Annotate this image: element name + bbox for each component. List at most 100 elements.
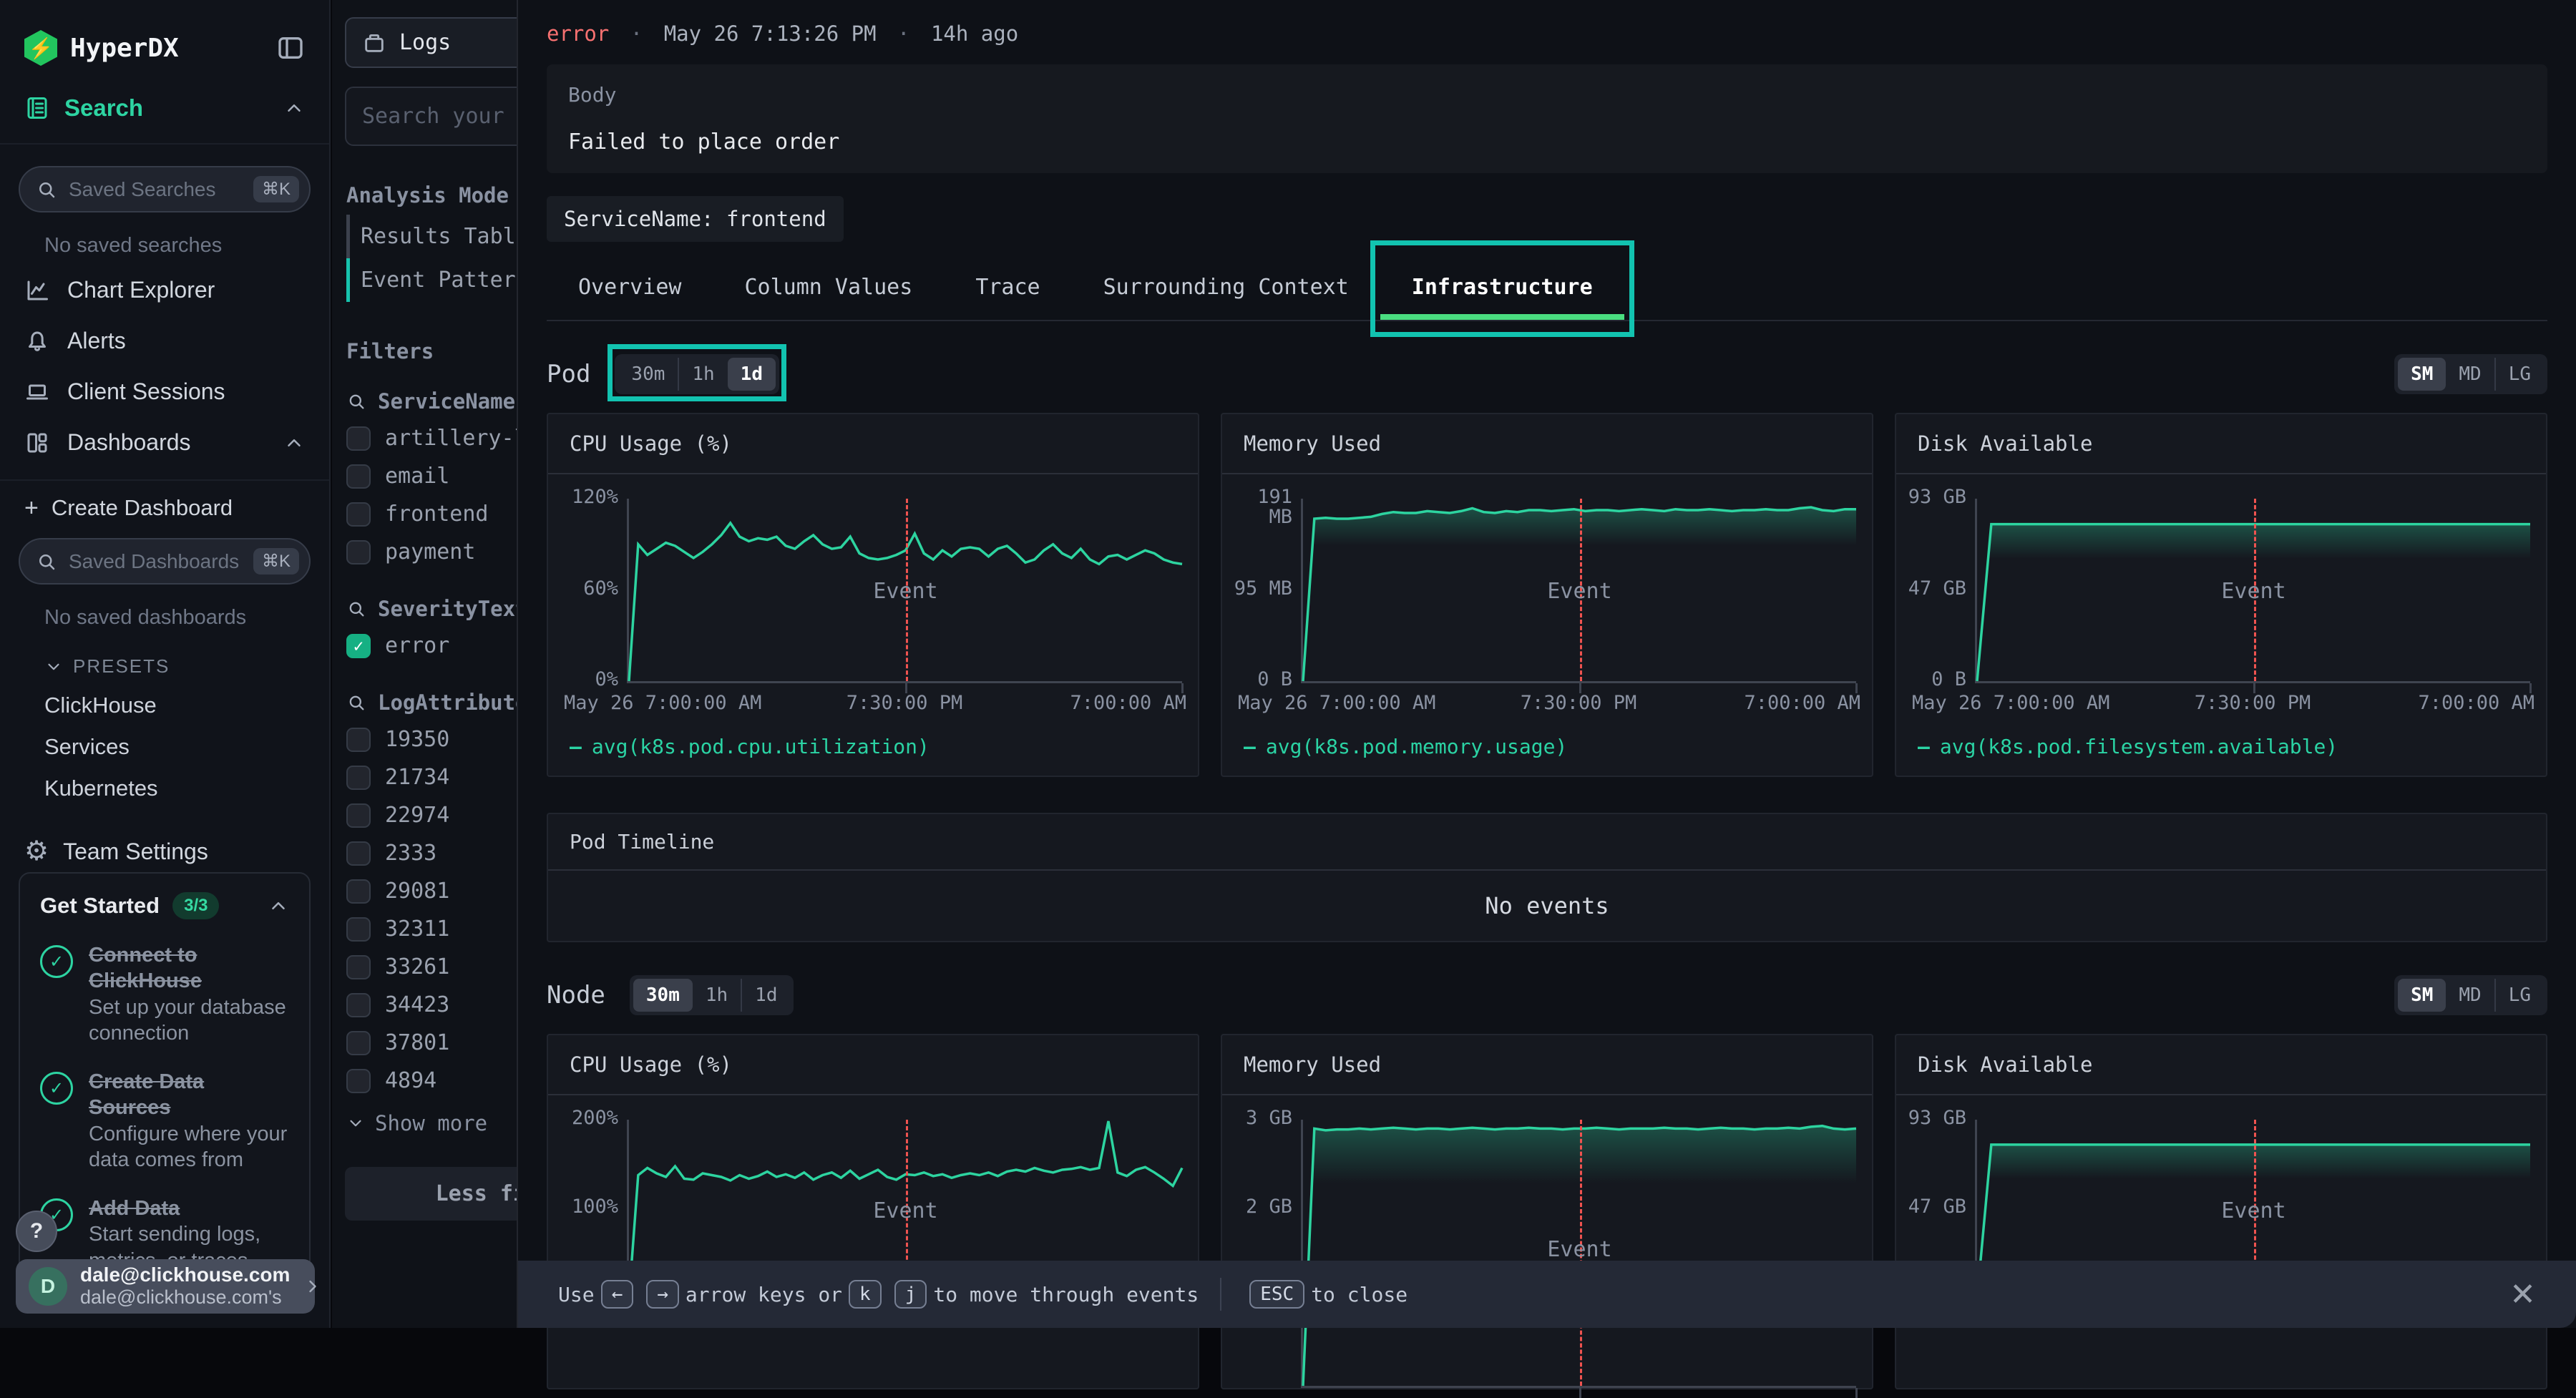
filter-group-label: SeverityText: [378, 597, 528, 621]
pod-range-1h[interactable]: 1h: [678, 358, 727, 391]
chart-plot[interactable]: Event: [1301, 1120, 1856, 1388]
checkbox-icon[interactable]: [346, 955, 371, 979]
tab-column-values[interactable]: Column Values: [713, 260, 945, 320]
node-range-30m[interactable]: 30m: [633, 979, 693, 1012]
node-size-md[interactable]: MD: [2446, 979, 2494, 1012]
help-button[interactable]: ?: [16, 1211, 57, 1252]
checkbox-icon[interactable]: [346, 540, 371, 564]
sidebar-item-dashboards[interactable]: Dashboards: [19, 417, 311, 468]
footer-text: arrow keys or: [686, 1283, 842, 1306]
checkbox-icon[interactable]: [346, 502, 371, 527]
x-axis-tick: May 26 7:00:00 AM: [1238, 692, 1435, 714]
x-axis: May 26 7:00:00 AM7:30:00 PM7:00:00 AM: [1301, 692, 1856, 725]
event-timestamp: May 26 7:13:26 PM: [664, 21, 877, 46]
sidebar-item-chart-explorer[interactable]: Chart Explorer: [19, 265, 311, 316]
preset-item-kubernetes[interactable]: Kubernetes: [19, 768, 311, 809]
node-range-1d[interactable]: 1d: [741, 979, 790, 1012]
shortcut-badge: ⌘K: [253, 176, 299, 202]
k-key: k: [849, 1280, 882, 1309]
user-menu[interactable]: D dale@clickhouse.com dale@clickhouse.co…: [16, 1259, 315, 1314]
sidebar-item-alerts[interactable]: Alerts: [19, 316, 311, 366]
chart-plot[interactable]: Event: [627, 499, 1182, 683]
pod-range-30m[interactable]: 30m: [618, 358, 678, 391]
close-icon[interactable]: ✕: [2509, 1276, 2536, 1313]
get-started-panel: Get Started 3/3 ✓ Connect to ClickHouse …: [19, 872, 311, 1294]
task-title: Add Data: [89, 1197, 180, 1220]
filter-option-label: 4894: [385, 1068, 436, 1093]
x-axis: May 26 7:00:00 AM7:30:00 PM7:00:00 AM: [627, 692, 1182, 725]
presets-section-toggle[interactable]: PRESETS: [19, 637, 311, 685]
node-size-lg[interactable]: LG: [2494, 979, 2544, 1012]
chart-legend: —avg(k8s.pod.memory.usage): [1222, 725, 1872, 776]
checkbox-checked-icon[interactable]: [346, 634, 371, 658]
severity-badge: error: [547, 21, 609, 46]
right-arrow-key: →: [646, 1280, 679, 1309]
footer-text: to move through events: [933, 1283, 1199, 1306]
y-axis-tick: 93 GB: [1901, 1108, 1966, 1128]
chart-plot[interactable]: Event: [1301, 499, 1856, 683]
node-size-control: SM MD LG: [2394, 975, 2547, 1015]
chevron-up-icon[interactable]: [268, 895, 289, 916]
checkbox-icon[interactable]: [346, 426, 371, 451]
pod-size-sm[interactable]: SM: [2398, 358, 2446, 391]
service-name-tag[interactable]: ServiceName: frontend: [547, 196, 844, 242]
legend-label: avg(k8s.pod.cpu.utilization): [592, 735, 930, 758]
sidebar-item-team-settings[interactable]: ⚙ Team Settings: [19, 809, 311, 872]
checkbox-icon[interactable]: [346, 917, 371, 942]
chart-body: 3 GB2 GB Event: [1222, 1095, 1872, 1388]
chart-title: CPU Usage (%): [548, 1035, 1198, 1095]
left-arrow-key: ←: [601, 1280, 634, 1309]
tab-surrounding-context[interactable]: Surrounding Context: [1072, 260, 1380, 320]
chart-title: Memory Used: [1222, 1035, 1872, 1095]
pod-range-1d[interactable]: 1d: [728, 358, 776, 391]
search-icon: [346, 599, 366, 619]
tab-trace[interactable]: Trace: [944, 260, 1071, 320]
create-dashboard-button[interactable]: + Create Dashboard: [19, 491, 311, 538]
panel-footer: Use ← → arrow keys or k j to move throug…: [518, 1261, 2576, 1328]
checkbox-icon[interactable]: [346, 841, 371, 866]
detail-tabs: Overview Column Values Trace Surrounding…: [547, 260, 2547, 321]
event-marker-label: Event: [2221, 1198, 2285, 1223]
checkbox-icon[interactable]: [346, 1031, 371, 1055]
x-axis-tick: 7:30:00 PM: [1521, 692, 1637, 714]
saved-dashboards-input[interactable]: Saved Dashboards ⌘K: [19, 538, 311, 585]
y-axis-tick: 47 GB: [1901, 579, 1966, 599]
preset-item-services[interactable]: Services: [19, 726, 311, 768]
sidebar-collapse-icon[interactable]: [276, 34, 305, 62]
checkbox-icon[interactable]: [346, 1069, 371, 1093]
node-section-header: Node 30m 1h 1d SM MD LG: [547, 975, 2547, 1015]
get-started-item[interactable]: ✓ Create Data Sources Configure where yo…: [40, 1069, 289, 1173]
tab-overview[interactable]: Overview: [547, 260, 713, 320]
pod-size-md[interactable]: MD: [2446, 358, 2494, 391]
checkbox-icon[interactable]: [346, 464, 371, 489]
saved-searches-input[interactable]: Saved Searches ⌘K: [19, 166, 311, 212]
checkbox-icon[interactable]: [346, 766, 371, 790]
get-started-item[interactable]: ✓ Connect to ClickHouse Set up your data…: [40, 942, 289, 1046]
node-size-sm[interactable]: SM: [2398, 979, 2446, 1012]
checkbox-icon[interactable]: [346, 728, 371, 752]
y-axis-tick: 100%: [552, 1197, 618, 1217]
filter-group-label: LogAttributes: [378, 690, 540, 715]
checkbox-icon[interactable]: [346, 993, 371, 1017]
event-marker-label: Event: [1547, 579, 1611, 604]
esc-key: ESC: [1249, 1280, 1304, 1309]
chart-body: 93 GB47 GB0 B Event: [1896, 474, 2546, 683]
y-axis-tick: 191 MB: [1226, 487, 1292, 528]
pod-timeline-card: Pod Timeline No events: [547, 813, 2547, 942]
pod-size-lg[interactable]: LG: [2494, 358, 2544, 391]
y-axis-tick: 47 GB: [1901, 1197, 1966, 1217]
checkbox-icon[interactable]: [346, 879, 371, 904]
divider: [0, 479, 329, 481]
sidebar-item-client-sessions[interactable]: Client Sessions: [19, 366, 311, 417]
node-range-1h[interactable]: 1h: [693, 979, 741, 1012]
chart-plot[interactable]: Event: [1975, 499, 2530, 683]
filter-option-label: frontend: [385, 502, 489, 527]
sidebar-item-search[interactable]: Search: [0, 86, 329, 145]
filter-option-label: 33261: [385, 954, 449, 979]
shortcut-badge: ⌘K: [253, 548, 299, 575]
checkbox-icon[interactable]: [346, 803, 371, 828]
tab-infrastructure[interactable]: Infrastructure: [1380, 260, 1624, 320]
task-title: Create Data Sources: [89, 1070, 204, 1119]
separator: ·: [889, 21, 918, 46]
preset-item-clickhouse[interactable]: ClickHouse: [19, 685, 311, 726]
